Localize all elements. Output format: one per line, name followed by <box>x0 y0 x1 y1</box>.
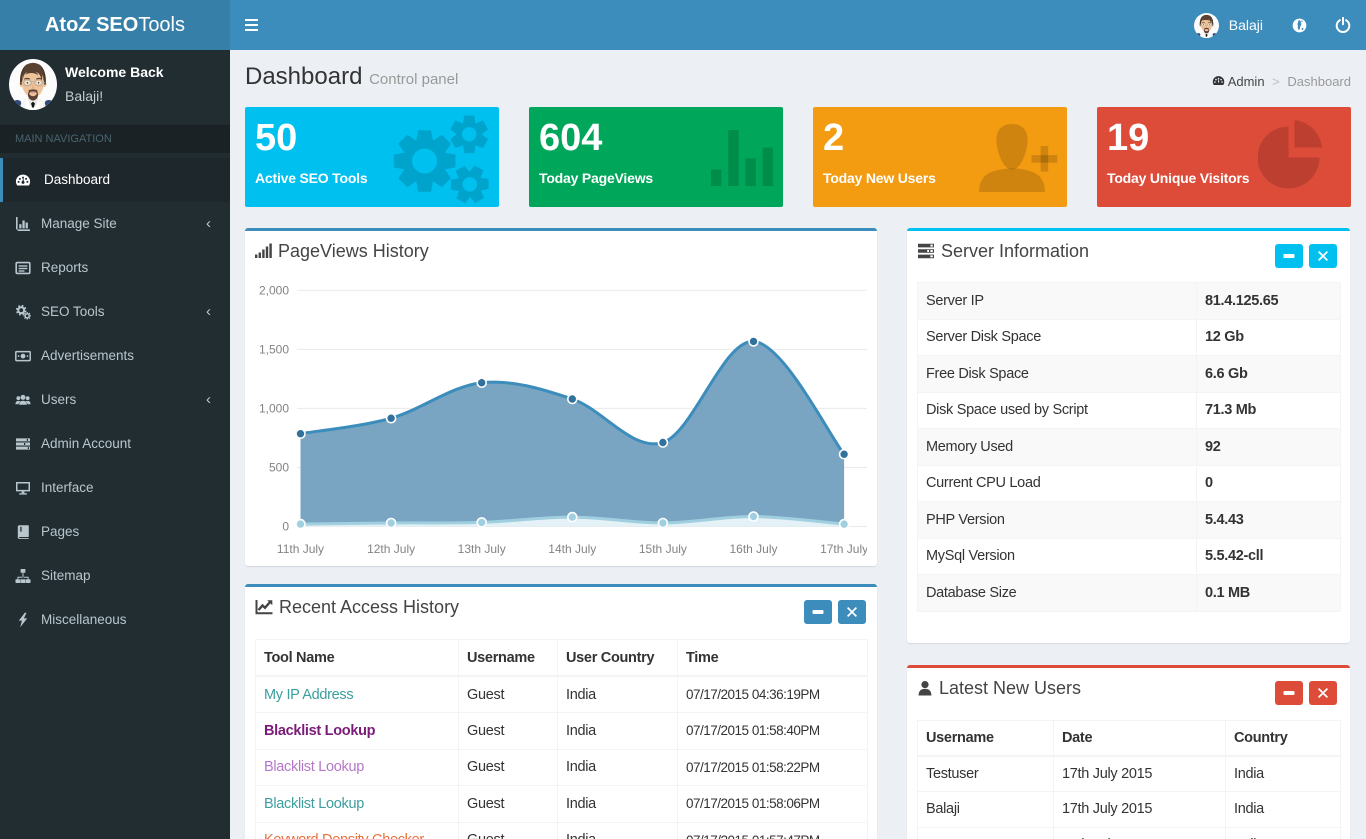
svg-text:0: 0 <box>282 520 289 534</box>
svg-text:1,500: 1,500 <box>259 343 289 357</box>
svg-text:13th July: 13th July <box>458 542 506 556</box>
svg-text:1,000: 1,000 <box>259 402 289 416</box>
svg-text:11th July: 11th July <box>277 542 324 556</box>
svg-text:17th July: 17th July <box>820 542 867 556</box>
svg-text:15th July: 15th July <box>639 542 687 556</box>
svg-text:500: 500 <box>269 461 289 475</box>
svg-text:12th July: 12th July <box>367 542 415 556</box>
svg-text:2,000: 2,000 <box>259 284 289 298</box>
svg-text:16th July: 16th July <box>729 542 777 556</box>
svg-text:14th July: 14th July <box>548 542 596 556</box>
